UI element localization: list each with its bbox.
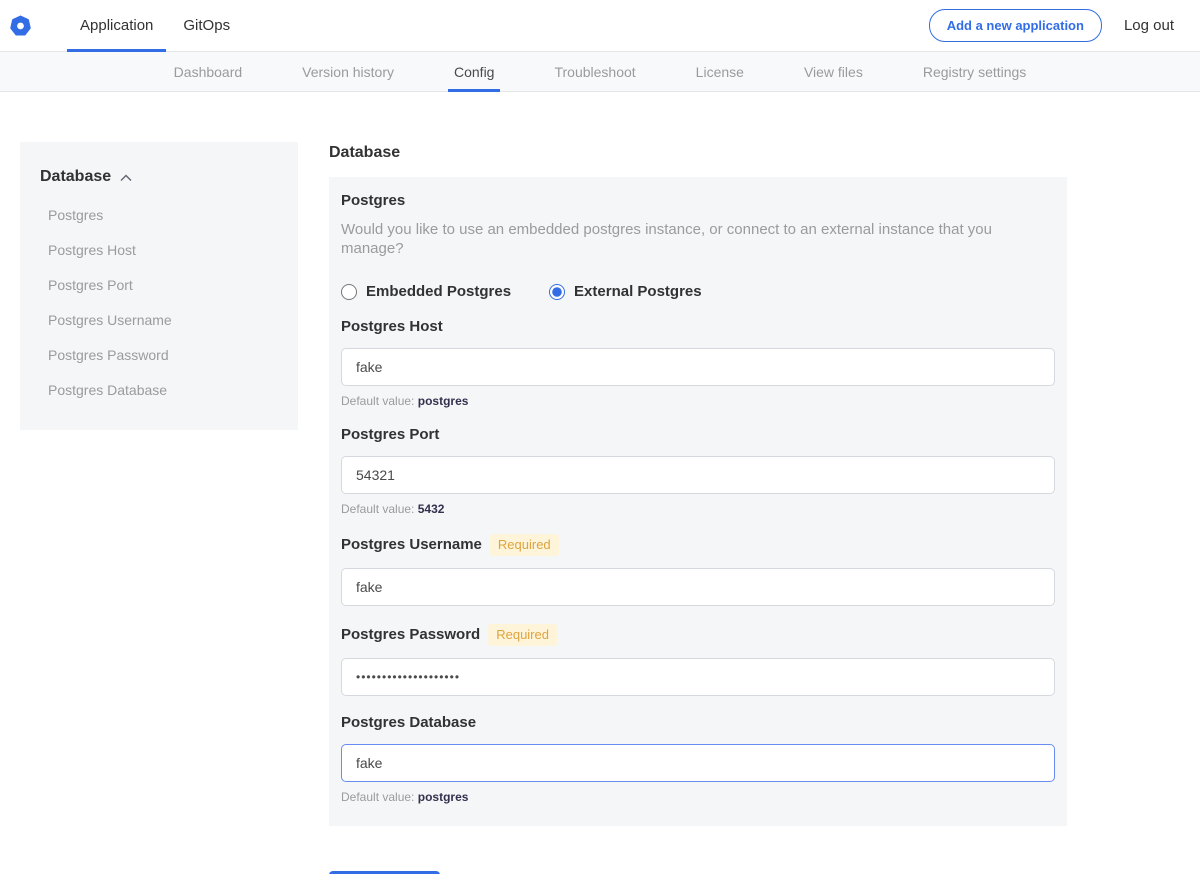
field-postgres: Postgres Would you like to use an embedd…	[341, 192, 1055, 300]
tab-application[interactable]: Application	[65, 0, 168, 51]
required-badge: Required	[488, 624, 557, 646]
postgres-password-label-text: Postgres Password	[341, 626, 480, 644]
sidebar-item-postgres-port[interactable]: Postgres Port	[48, 268, 278, 303]
subnav-item-registry-settings[interactable]: Registry settings	[923, 52, 1026, 91]
default-value: 5432	[418, 502, 445, 516]
postgres-port-input[interactable]	[341, 456, 1055, 494]
subnav-item-config[interactable]: Config	[454, 52, 494, 91]
default-value: postgres	[418, 394, 469, 408]
section-title: Database	[329, 144, 1067, 162]
postgres-host-input[interactable]	[341, 348, 1055, 386]
sidebar-group-database[interactable]: Database	[40, 168, 278, 186]
tab-gitops[interactable]: GitOps	[168, 0, 245, 51]
tab-gitops-label: GitOps	[183, 17, 230, 34]
postgres-password-input[interactable]	[341, 658, 1055, 696]
subnav-item-dashboard[interactable]: Dashboard	[174, 52, 243, 91]
default-prefix: Default value:	[341, 790, 414, 804]
config-group-panel: Postgres Would you like to use an embedd…	[329, 177, 1067, 826]
postgres-username-input[interactable]	[341, 568, 1055, 606]
subnav-dashboard-label: Dashboard	[174, 64, 243, 80]
config-sidebar: Database Postgres Postgres Host Postgres…	[20, 142, 298, 430]
kots-logo-icon	[10, 15, 31, 37]
postgres-mode-radio-group: Embedded Postgres External Postgres	[341, 283, 1055, 300]
subnav-license-label: License	[696, 64, 744, 80]
field-postgres-database: Postgres Database Default value: postgre…	[341, 714, 1055, 804]
field-postgres-port-label: Postgres Port	[341, 426, 1055, 444]
primary-tabs: Application GitOps	[65, 0, 245, 51]
postgres-port-default-hint: Default value: 5432	[341, 502, 1055, 516]
sidebar-item-postgres-username[interactable]: Postgres Username	[48, 303, 278, 338]
chevron-up-icon	[120, 174, 132, 182]
field-postgres-username: Postgres Username Required	[341, 534, 1055, 606]
subnav-item-version-history[interactable]: Version history	[302, 52, 394, 91]
field-postgres-port: Postgres Port Default value: 5432	[341, 426, 1055, 516]
log-out-link[interactable]: Log out	[1124, 17, 1174, 34]
radio-external-postgres-label: External Postgres	[574, 283, 702, 300]
subnav-item-license[interactable]: License	[696, 52, 744, 91]
subnav-item-troubleshoot[interactable]: Troubleshoot	[554, 52, 635, 91]
subnav-config-label: Config	[454, 64, 494, 80]
postgres-username-label-text: Postgres Username	[341, 536, 482, 554]
postgres-database-input[interactable]	[341, 744, 1055, 782]
default-value: postgres	[418, 790, 469, 804]
field-postgres-password-label: Postgres Password Required	[341, 624, 1055, 646]
required-badge: Required	[490, 534, 559, 556]
field-postgres-database-label: Postgres Database	[341, 714, 1055, 732]
field-postgres-username-label: Postgres Username Required	[341, 534, 1055, 556]
sidebar-group-database-label: Database	[40, 168, 111, 186]
config-page: Database Postgres Postgres Host Postgres…	[0, 92, 1200, 874]
postgres-host-default-hint: Default value: postgres	[341, 394, 1055, 408]
field-postgres-help-text: Would you like to use an embedded postgr…	[341, 220, 1055, 258]
default-prefix: Default value:	[341, 502, 414, 516]
subnav-troubleshoot-label: Troubleshoot	[554, 64, 635, 80]
topbar-actions: Add a new application Log out	[929, 0, 1200, 51]
tab-application-label: Application	[80, 17, 153, 34]
sidebar-item-list: Postgres Postgres Host Postgres Port Pos…	[40, 198, 278, 408]
sidebar-item-postgres-password[interactable]: Postgres Password	[48, 338, 278, 373]
postgres-database-default-hint: Default value: postgres	[341, 790, 1055, 804]
app-subnav: Dashboard Version history Config Trouble…	[0, 52, 1200, 92]
subnav-version-history-label: Version history	[302, 64, 394, 80]
subnav-registry-settings-label: Registry settings	[923, 64, 1026, 80]
field-postgres-password: Postgres Password Required	[341, 624, 1055, 696]
subnav-item-view-files[interactable]: View files	[804, 52, 863, 91]
field-postgres-label: Postgres	[341, 192, 1055, 210]
add-new-application-button[interactable]: Add a new application	[929, 9, 1102, 42]
radio-embedded-postgres[interactable]: Embedded Postgres	[341, 283, 511, 300]
radio-embedded-postgres-input[interactable]	[341, 284, 357, 300]
radio-external-postgres-input[interactable]	[549, 284, 565, 300]
top-bar: Application GitOps Add a new application…	[0, 0, 1200, 52]
field-postgres-host-label: Postgres Host	[341, 318, 1055, 336]
admin-console-screen: Application GitOps Add a new application…	[0, 0, 1200, 874]
subnav-view-files-label: View files	[804, 64, 863, 80]
default-prefix: Default value:	[341, 394, 414, 408]
sidebar-item-postgres[interactable]: Postgres	[48, 198, 278, 233]
sidebar-item-postgres-host[interactable]: Postgres Host	[48, 233, 278, 268]
radio-external-postgres[interactable]: External Postgres	[549, 283, 702, 300]
config-form-section: Database Postgres Would you like to use …	[329, 142, 1067, 874]
radio-embedded-postgres-label: Embedded Postgres	[366, 283, 511, 300]
sidebar-item-postgres-database[interactable]: Postgres Database	[48, 373, 278, 408]
field-postgres-host: Postgres Host Default value: postgres	[341, 318, 1055, 408]
app-logo	[0, 0, 31, 51]
